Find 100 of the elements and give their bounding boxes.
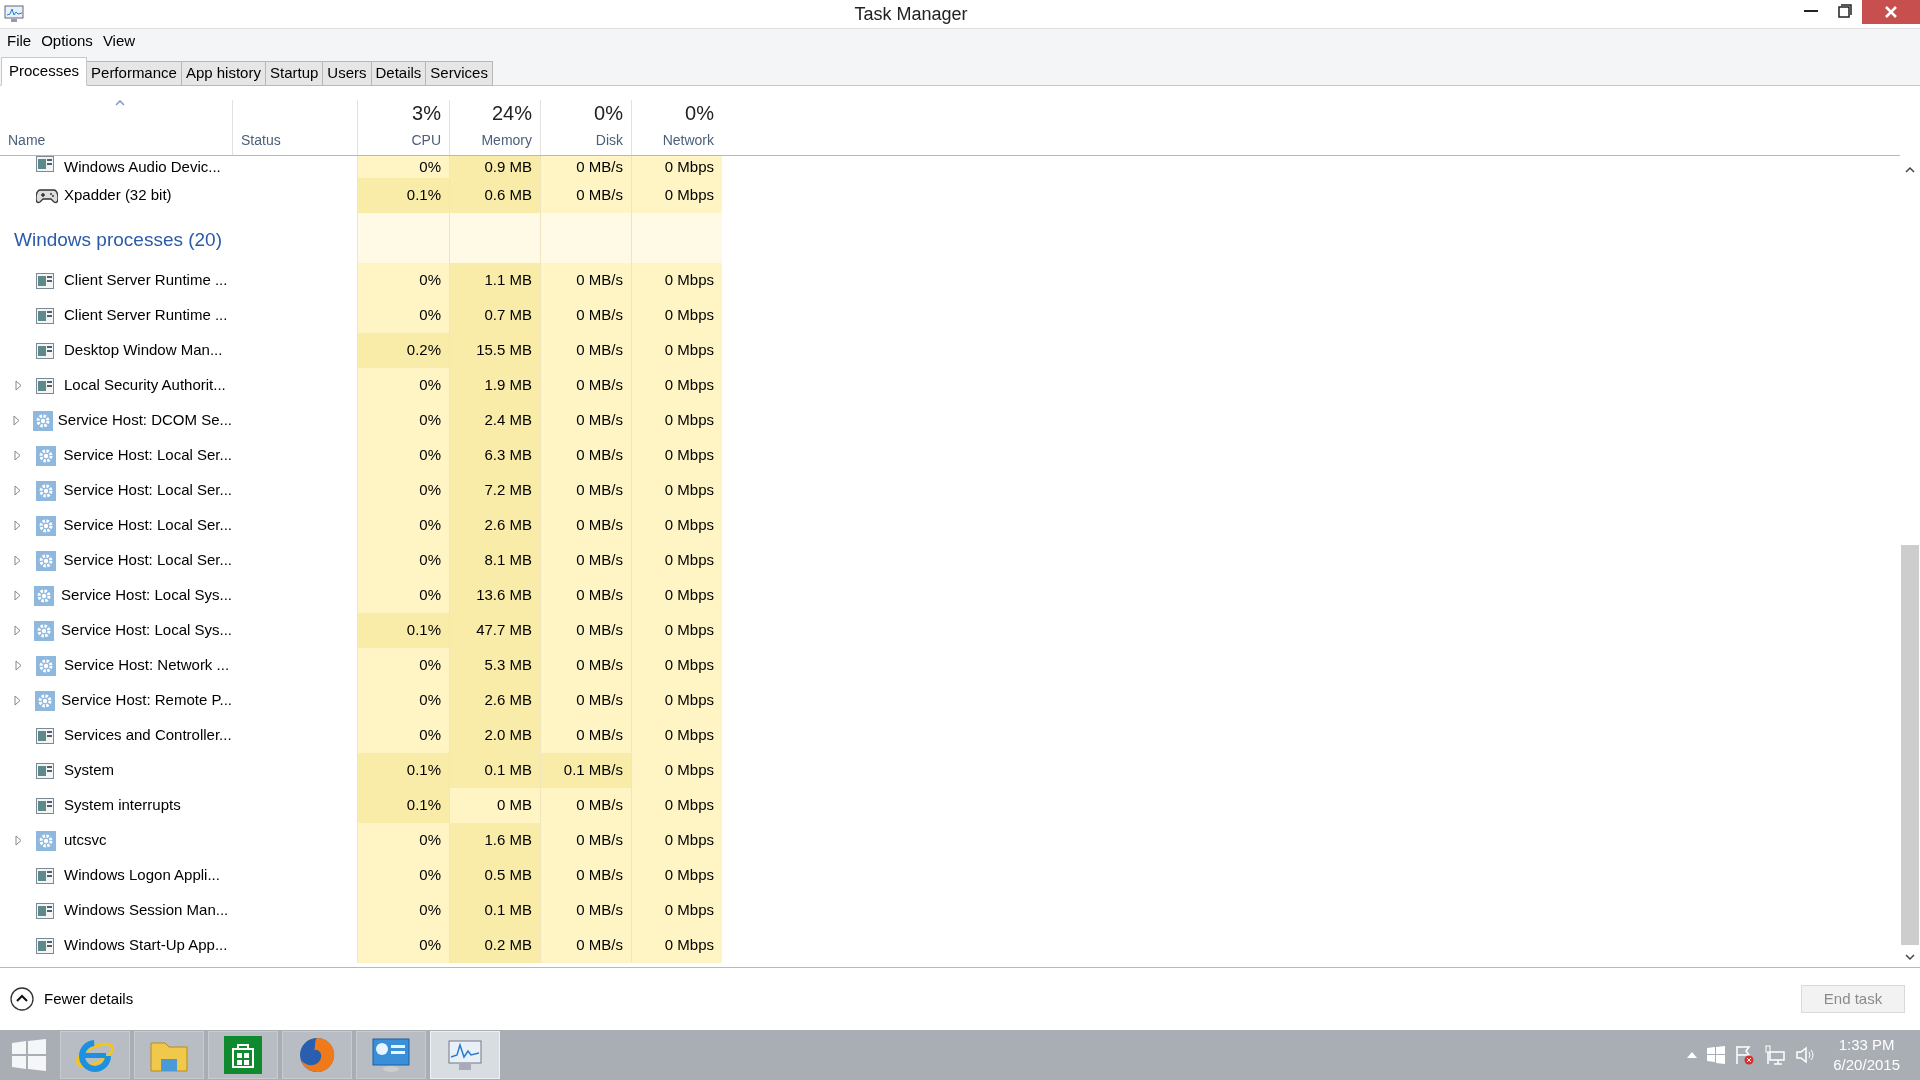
menu-item[interactable]: View (98, 30, 140, 53)
column-total: 24% (491, 101, 532, 126)
process-row[interactable]: Service Host: Local Ser... 0% 2.6 MB 0 MB/s 0 Mbps (0, 508, 1900, 543)
process-row[interactable]: Local Security Authorit... 0% 1.9 MB 0 MB/s 0 Mbps (0, 368, 1900, 403)
table-cell: 0 Mbps (631, 718, 722, 753)
process-name: Windows Audio Devic... (64, 157, 221, 177)
table-cell: 0 MB/s (540, 263, 631, 298)
network-icon[interactable] (1765, 1045, 1786, 1065)
taskbar-app-button[interactable] (60, 1031, 130, 1079)
table-cell: 0 MB/s (540, 613, 631, 648)
tab[interactable]: Users (323, 61, 372, 86)
column-header[interactable]: Name (0, 100, 232, 155)
table-cell: 0 MB/s (540, 438, 631, 473)
scroll-down-icon[interactable] (1905, 953, 1915, 961)
expand-arrow-icon[interactable] (13, 695, 21, 706)
window-title: Task Manager (854, 2, 968, 26)
process-row[interactable]: Service Host: Local Ser... 0% 7.2 MB 0 MB/s 0 Mbps (0, 473, 1900, 508)
process-row[interactable]: Service Host: Local Ser... 0% 8.1 MB 0 MB/s 0 Mbps (0, 543, 1900, 578)
expand-arrow-icon[interactable] (14, 520, 22, 531)
taskbar-app-button[interactable] (282, 1031, 352, 1079)
taskbar-app-button[interactable] (356, 1031, 426, 1079)
expand-arrow-icon[interactable] (14, 485, 22, 496)
expand-arrow-icon[interactable] (14, 450, 22, 461)
taskbar-app-button[interactable] (134, 1031, 204, 1079)
table-cell: 0.2% (357, 333, 449, 368)
table-cell: 0 Mbps (631, 788, 722, 823)
expand-arrow-icon[interactable] (13, 625, 21, 636)
table-cell: 1.6 MB (449, 823, 540, 858)
table-cell: 47.7 MB (449, 613, 540, 648)
process-row[interactable]: Client Server Runtime ... 0% 0.7 MB 0 MB/s 0 Mbps (0, 298, 1900, 333)
tab[interactable]: Performance (87, 61, 182, 86)
gear-icon (34, 690, 55, 711)
menu-item[interactable]: Options (37, 30, 97, 53)
gear-icon (32, 410, 53, 431)
scroll-thumb[interactable] (1901, 545, 1919, 945)
expand-arrow-icon[interactable] (14, 380, 22, 391)
process-row[interactable]: Service Host: DCOM Se... 0% 2.4 MB 0 MB/s 0 Mbps (0, 403, 1900, 438)
tab[interactable]: App history (181, 61, 266, 86)
gear-icon (36, 655, 56, 676)
process-row[interactable]: Windows Start-Up App... 0% 0.2 MB 0 MB/s 0 Mbps (0, 928, 1900, 963)
gear-icon (34, 585, 55, 606)
process-row[interactable]: Windows Session Man... 0% 0.1 MB 0 MB/s 0 Mbps (0, 893, 1900, 928)
tab[interactable]: Services (426, 61, 493, 86)
process-row[interactable]: Services and Controller... 0% 2.0 MB 0 MB/s 0 Mbps (0, 718, 1900, 753)
process-name: System (64, 760, 114, 781)
column-header[interactable]: Status (232, 100, 357, 155)
column-header[interactable]: 0% Network (631, 100, 722, 155)
process-row[interactable]: Service Host: Local Ser... 0% 6.3 MB 0 MB/s 0 Mbps (0, 438, 1900, 473)
table-cell: 0.1% (357, 613, 449, 648)
process-row[interactable]: Xpadder (32 bit) 0.1% 0.6 MB 0 MB/s 0 Mbps (0, 178, 1900, 213)
table-cell: 0.1% (357, 788, 449, 823)
table-cell: 2.6 MB (449, 683, 540, 718)
windows-logo-icon[interactable] (1707, 1046, 1726, 1064)
process-row[interactable]: System 0.1% 0.1 MB 0.1 MB/s 0 Mbps (0, 753, 1900, 788)
process-name: Client Server Runtime ... (64, 305, 228, 326)
fewer-details-link[interactable]: Fewer details (10, 987, 134, 1011)
process-row[interactable]: Windows Logon Appli... 0% 0.5 MB 0 MB/s 0 Mbps (0, 858, 1900, 893)
table-cell: 0.1% (357, 753, 449, 788)
expand-arrow-icon[interactable] (14, 660, 22, 671)
process-row[interactable]: Service Host: Network ... 0% 5.3 MB 0 MB/s 0 Mbps (0, 648, 1900, 683)
table-cell: 2.0 MB (449, 718, 540, 753)
group-heading: Windows processes (20) (14, 227, 223, 252)
close-button[interactable] (1862, 0, 1920, 24)
process-row[interactable]: Windows Audio Devic... 0% 0.9 MB 0 MB/s 0 Mbps (0, 156, 1900, 178)
table-cell: 0% (357, 403, 449, 438)
expand-arrow-icon[interactable] (14, 835, 22, 846)
column-header[interactable]: 0% Disk (540, 100, 631, 155)
tray-up-arrow-icon[interactable] (1687, 1052, 1698, 1058)
table-cell: 0 Mbps (631, 263, 722, 298)
table-cell: 0 MB/s (540, 178, 631, 213)
table-cell: 15.5 MB (449, 333, 540, 368)
process-row[interactable]: System interrupts 0.1% 0 MB 0 MB/s 0 Mbps (0, 788, 1900, 823)
table-cell: 0 Mbps (631, 578, 722, 613)
table-cell: 0 MB/s (540, 298, 631, 333)
process-row[interactable]: utcsvc 0% 1.6 MB 0 MB/s 0 Mbps (0, 823, 1900, 858)
tab[interactable]: Startup (265, 61, 324, 86)
expand-arrow-icon[interactable] (13, 590, 21, 601)
column-header[interactable]: 24% Memory (449, 100, 540, 155)
table-cell: 0 MB/s (540, 893, 631, 928)
table-cell: 0.1 MB/s (540, 753, 631, 788)
process-row[interactable]: Service Host: Remote P... 0% 2.6 MB 0 MB/s 0 Mbps (0, 683, 1900, 718)
taskbar-app-button[interactable] (208, 1031, 278, 1079)
process-row[interactable]: Service Host: Local Sys... 0% 13.6 MB 0 MB/s 0 Mbps (0, 578, 1900, 613)
column-header[interactable]: 3% CPU (357, 100, 449, 155)
tab[interactable]: Details (371, 61, 427, 86)
gear-icon (34, 620, 55, 641)
scroll-up-icon[interactable] (1905, 166, 1915, 174)
column-total: 3% (412, 101, 441, 126)
flag-error-icon[interactable] (1735, 1045, 1756, 1065)
tab[interactable]: Processes (1, 57, 88, 86)
speaker-icon[interactable] (1795, 1045, 1816, 1065)
process-row[interactable]: Client Server Runtime ... 0% 1.1 MB 0 MB/s 0 Mbps (0, 263, 1900, 298)
process-row[interactable]: Service Host: Local Sys... 0.1% 47.7 MB 0 MB/s 0 Mbps (0, 613, 1900, 648)
expand-arrow-icon[interactable] (14, 555, 22, 566)
expand-arrow-icon[interactable] (12, 415, 20, 426)
menu-item[interactable]: File (3, 30, 36, 53)
table-cell: 0.1 MB (449, 753, 540, 788)
process-name: Service Host: Local Ser... (63, 480, 232, 501)
table-cell: 0% (357, 368, 449, 403)
process-row[interactable]: Desktop Window Man... 0.2% 15.5 MB 0 MB/s 0 Mbps (0, 333, 1900, 368)
